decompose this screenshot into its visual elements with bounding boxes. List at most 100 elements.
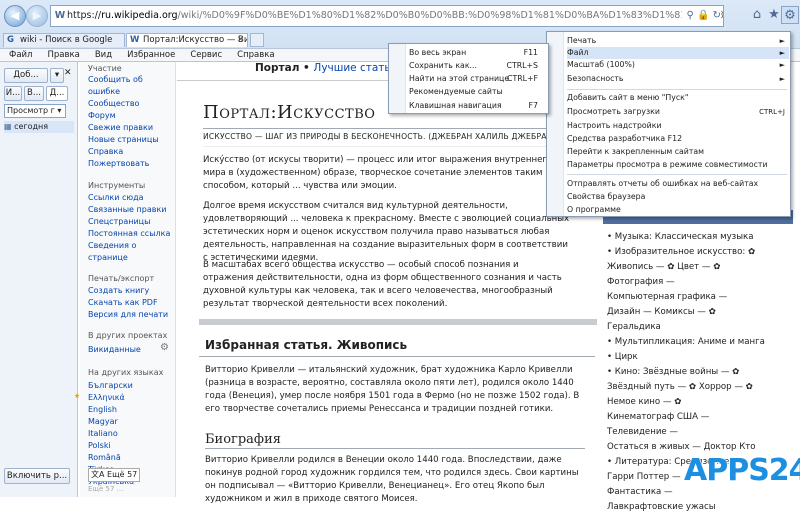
menu-item-devtools[interactable]: Средства разработчика F12	[567, 133, 789, 145]
language-icon: 文A	[91, 470, 105, 479]
lock-icon[interactable]: 🔒	[697, 10, 709, 21]
topic-item[interactable]: Фотография —	[607, 275, 797, 290]
menu-item-error-reports[interactable]: Отправлять отчеты об ошибках на веб-сайт…	[567, 178, 789, 190]
language-link[interactable]: Български	[88, 380, 174, 392]
favorites-tab[interactable]: И...	[4, 86, 22, 101]
menu-item-browser-options[interactable]: Свойства браузера	[567, 191, 789, 203]
history-pane: Доб... ▾ ✕ И... В... Д... Просмотр г ▾ ▦…	[0, 62, 78, 497]
sidebar-link[interactable]: Ссылки сюда	[88, 192, 174, 204]
best-articles-link[interactable]: Лучшие статьи	[313, 62, 397, 74]
tools-menu: Печать ► Файл ► Масштаб (100%) ► Безопаснос…	[546, 31, 791, 217]
history-tab[interactable]: Д...	[46, 86, 68, 101]
intro-paragraph-2: Долгое время искусством считался вид кул…	[203, 201, 570, 263]
menu-item-about[interactable]: О программе	[567, 204, 789, 216]
gear-icon[interactable]: ⚙	[781, 6, 799, 24]
topic-item[interactable]: • Цирк	[607, 350, 797, 365]
google-icon: G	[7, 35, 14, 45]
calendar-icon: ▦	[4, 122, 12, 131]
home-icon[interactable]: ⌂	[748, 6, 766, 24]
topic-item[interactable]: • Музыка: Классическая музыка	[607, 230, 797, 245]
featured-article-text: Витторио Кривелли — итальянский художник…	[205, 365, 580, 414]
print-heading: Печать/экспорт	[88, 274, 155, 283]
sidebar-link[interactable]: Создать книгу	[88, 285, 174, 297]
language-link[interactable]: Română	[88, 452, 174, 464]
tab-google[interactable]: G wiki - Поиск в Google	[3, 33, 125, 47]
feeds-tab[interactable]: В...	[24, 86, 44, 101]
add-favorite-button[interactable]: Доб...	[4, 68, 48, 83]
sidebar-link[interactable]: Форум	[88, 110, 174, 122]
topic-item[interactable]: Геральдика	[607, 320, 797, 335]
sidebar-link[interactable]: Связанные правки	[88, 204, 174, 216]
menu-help[interactable]: Справка	[237, 50, 274, 60]
new-tab-button[interactable]	[250, 33, 264, 47]
enable-button[interactable]: Включить р...	[4, 468, 70, 484]
sidebar-link[interactable]: Справка	[88, 146, 174, 158]
more-languages-button[interactable]: 文A Ещё 57	[88, 468, 140, 482]
sidebar-link[interactable]: Свежие правки	[88, 122, 174, 134]
menu-item-pinned-sites[interactable]: Перейти к закрепленным сайтам	[567, 146, 789, 158]
menu-tools[interactable]: Сервис	[190, 50, 222, 60]
topic-item[interactable]: Дизайн — Комиксы — ✿	[607, 305, 797, 320]
close-tab-icon[interactable]: ✕	[237, 34, 244, 47]
sidebar-link[interactable]: Пожертвовать	[88, 158, 174, 170]
tab-wikipedia[interactable]: W Портал:Искусство — Вики... ✕	[126, 33, 248, 47]
sidebar-link[interactable]: Сведения о странице	[88, 240, 174, 264]
tools-heading: Инструменты	[88, 181, 146, 190]
language-link[interactable]: Ελληνικά	[88, 392, 174, 404]
menu-item-print[interactable]: Печать ►	[567, 35, 789, 47]
back-button[interactable]: ◀	[4, 5, 26, 27]
topic-item[interactable]: Звёздный путь — ✿ Хоррор — ✿	[607, 380, 797, 395]
languages-heading: На других языках	[88, 368, 164, 377]
language-link[interactable]: Polski	[88, 440, 174, 452]
submenu-suggested-sites[interactable]: Рекомендуемые сайты	[409, 86, 544, 98]
menu-item-security[interactable]: Безопасность ►	[567, 73, 789, 85]
menu-item-zoom[interactable]: Масштаб (100%) ►	[567, 59, 789, 71]
menu-item-downloads[interactable]: Просмотреть загрузки CTRL+J	[567, 106, 789, 118]
menu-file[interactable]: Файл	[9, 50, 32, 60]
sidebar-link[interactable]: Скачать как PDF	[88, 297, 174, 309]
pin-icon[interactable]: ✕	[64, 68, 72, 78]
menu-favorites[interactable]: Избранное	[127, 50, 175, 60]
file-submenu: Во весь экран F11 Сохранить как... CTRL+S …	[388, 43, 549, 114]
sidebar-link[interactable]: Версия для печати	[88, 309, 174, 321]
topic-item[interactable]: Компьютерная графика —	[607, 290, 797, 305]
menu-view[interactable]: Вид	[95, 50, 112, 60]
topic-item[interactable]: Кинематограф США —	[607, 410, 797, 425]
topic-item[interactable]: • Мультипликация: Аниме и манга	[607, 335, 797, 350]
topic-item[interactable]: • Изобразительное искусство: ✿	[607, 245, 797, 260]
sidebar-link[interactable]: Сообщить об ошибке	[88, 74, 174, 98]
menu-edit[interactable]: Правка	[47, 50, 79, 60]
sidebar-link[interactable]: Сообщество	[88, 98, 174, 110]
language-link[interactable]: Magyar	[88, 416, 174, 428]
dropdown-arrow-icon[interactable]: ▾	[50, 68, 64, 83]
submenu-caret-browsing[interactable]: Клавишная навигация F7	[409, 100, 544, 112]
language-link[interactable]: English	[88, 404, 174, 416]
submenu-save-as[interactable]: Сохранить как... CTRL+S	[409, 60, 544, 72]
more-languages-hint: Ещё 57 ...	[88, 485, 124, 493]
biography-text: Витторио Кривелли родился в Венеции окол…	[205, 455, 579, 504]
topic-item[interactable]: • Кино: Звёздные войны — ✿	[607, 365, 797, 380]
address-bar[interactable]: Whttps://ru.wikipedia.org/wiki/%D0%9F%D0…	[50, 5, 724, 27]
submenu-fullscreen[interactable]: Во весь экран F11	[409, 47, 544, 59]
sidebar-link[interactable]: Спецстраницы	[88, 216, 174, 228]
refresh-icon[interactable]: ↻	[713, 10, 721, 21]
language-link[interactable]: Italiano	[88, 428, 174, 440]
submenu-find[interactable]: Найти на этой странице CTRL+F	[409, 73, 544, 85]
topic-item[interactable]: Телевидение —	[607, 425, 797, 440]
topic-item[interactable]: Немое кино — ✿	[607, 395, 797, 410]
forward-button[interactable]: ▶	[26, 5, 48, 27]
sidebar-link[interactable]: Постоянная ссылка	[88, 228, 174, 240]
search-icon[interactable]: ⚲	[686, 10, 693, 21]
settings-gear-icon[interactable]: ⚙	[160, 342, 169, 353]
history-today-item[interactable]: ▦ сегодня	[4, 121, 74, 133]
sidebar-link[interactable]: Новые страницы	[88, 134, 174, 146]
history-view-select[interactable]: Просмотр г ▾	[4, 104, 66, 118]
intro-paragraph-3: В масштабах всего общества искусство — о…	[203, 260, 562, 309]
menu-item-file[interactable]: Файл ►	[567, 47, 789, 59]
menu-item-compat-view[interactable]: Параметры просмотра в режиме совместимос…	[567, 159, 789, 171]
menu-item-add-to-start[interactable]: Добавить сайт в меню "Пуск"	[567, 92, 789, 104]
menu-item-addons[interactable]: Настроить надстройки	[567, 120, 789, 132]
topic-item[interactable]: Лавкрафтовские ужасы	[607, 500, 797, 515]
intro-paragraph-1: Иску́сство (от искусы творити) — процесс…	[203, 155, 553, 191]
topic-item[interactable]: Живопись — ✿ Цвет — ✿	[607, 260, 797, 275]
